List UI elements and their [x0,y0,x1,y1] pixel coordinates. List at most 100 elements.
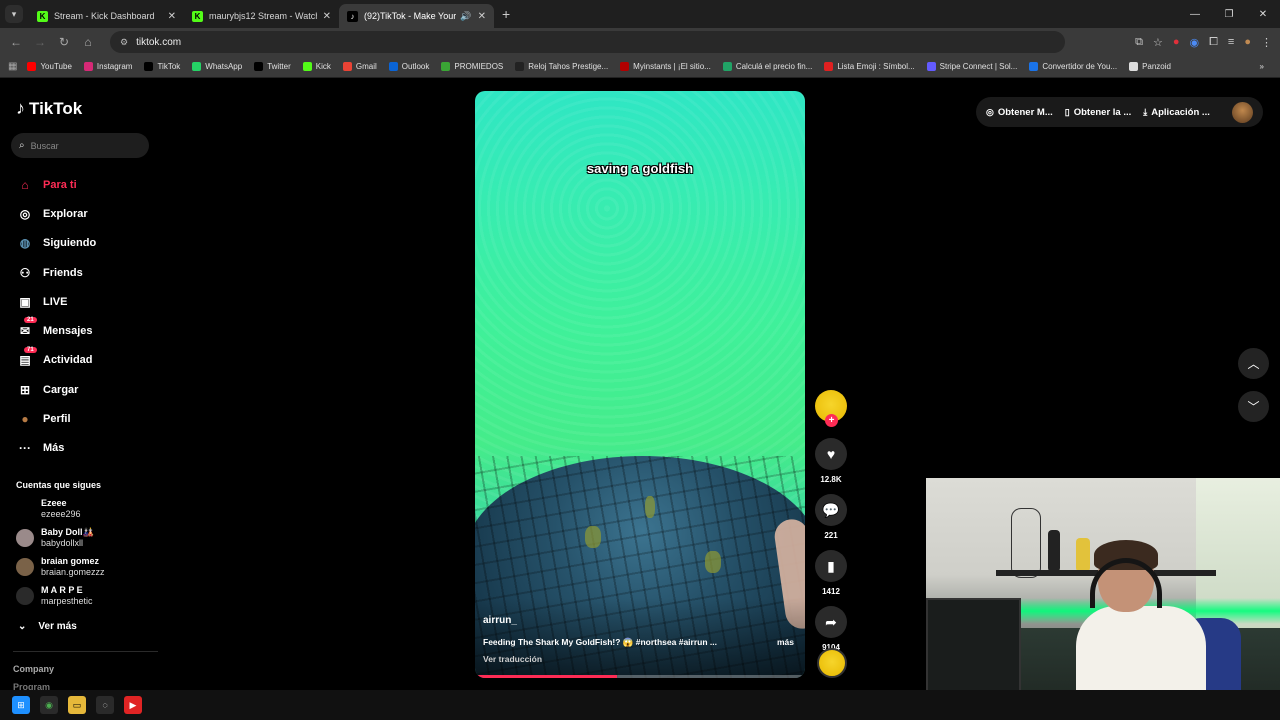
comment-button[interactable]: 💬 [815,494,847,526]
sidebar-item-actividad[interactable]: ▤ 71 Actividad [16,346,96,375]
bookmark-item[interactable]: Calculá el precio fin... [722,62,813,71]
forward-icon[interactable]: → [28,35,52,49]
followed-account[interactable]: Ezeee ezeee296 [16,498,81,520]
sidebar-item-friends[interactable]: ⚇ Friends [16,258,96,287]
sidebar-item-label: LIVE [43,295,68,308]
close-window-icon[interactable]: ✕ [1246,9,1280,20]
apps-grid-icon[interactable]: ▦ [8,61,17,72]
tab-close-icon[interactable]: ✕ [478,11,486,22]
bookmark-item[interactable]: Reloj Tahos Prestige... [515,62,608,71]
bookmark-label: Instagram [96,62,133,71]
like-button[interactable]: ♥ [815,438,847,470]
sidebar-item-explorar[interactable]: ◎ Explorar [16,199,96,228]
followed-account[interactable]: braian gomez braian.gomezzz [16,556,105,578]
more-bookmarks-icon[interactable]: » [1260,62,1264,71]
bookmark-item[interactable]: Gmail [342,62,377,71]
tiktok-logo[interactable]: ♪ TikTok [16,98,82,119]
browser-tab-kick-dashboard[interactable]: K Stream - Kick Dashboard ✕ [29,4,184,28]
followed-account[interactable]: Baby Doll🎎 babydollxll [16,527,94,549]
media-player-icon[interactable]: ▶ [124,696,142,714]
video-author[interactable]: airrun_ [483,615,517,626]
save-button[interactable]: ▮ [815,550,847,582]
bookmark-item[interactable]: Convertidor de You... [1029,62,1117,71]
extension-blue-icon[interactable]: ◉ [1190,36,1200,49]
speaker-icon[interactable]: 🔊 [460,11,471,22]
sidebar-item-cargar[interactable]: ⊞ Cargar [16,375,96,404]
bookmark-item[interactable]: Instagram [83,62,133,71]
bookmark-favicon-icon [926,62,936,71]
followed-account[interactable]: M A R P Emarpesthetic [16,585,93,607]
browser-tab-kick-stream[interactable]: K maurybjs12 Stream - Watch Live ✕ [184,4,339,28]
bookmark-item[interactable]: Lista Emoji : Símbol... [824,62,915,71]
avatar [16,558,34,576]
search-input[interactable]: ⌕ Buscar [11,133,149,158]
desktop-app-button[interactable]: ⤓ Aplicación ... [1143,107,1210,118]
get-app-button[interactable]: ▯ Obtener la ... [1065,107,1132,118]
bookmark-item[interactable]: YouTube [27,62,72,71]
chrome-icon[interactable]: ◉ [40,696,58,714]
reading-list-icon[interactable]: ≡ [1228,36,1234,48]
bookmark-item[interactable]: Twitter [254,62,291,71]
bookmark-item[interactable]: Panzoid [1129,62,1171,71]
extensions-puzzle-icon[interactable]: ⧠ [1209,36,1218,49]
recorder-icon[interactable]: ◌ [96,696,114,714]
previous-video-button[interactable]: ︿ [1238,348,1269,379]
tab-search-button[interactable]: ▾ [5,5,23,23]
bookmark-item[interactable]: Myinstants | ¡El sitio... [620,62,711,71]
windows-start-icon[interactable]: ⊞ [12,696,30,714]
bookmark-item[interactable]: TikTok [144,62,180,71]
bookmark-item[interactable]: Outlook [388,62,429,71]
sidebar-item-m-s[interactable]: ··· Más [16,434,96,463]
home-icon[interactable]: ⌂ [76,35,100,49]
profile-avatar-icon[interactable]: ● [1244,36,1251,48]
tab-close-icon[interactable]: ✕ [323,11,331,22]
new-tab-icon[interactable]: + [502,6,510,22]
user-profile-avatar[interactable] [1232,102,1253,123]
more-icon: ··· [19,441,31,456]
tab-label: Stream - Kick Dashboard [54,11,155,21]
sidebar-item-para-ti[interactable]: ⌂ Para ti [16,170,96,199]
bookmark-item[interactable]: WhatsApp [192,62,242,71]
tab-close-icon[interactable]: ✕ [168,11,176,22]
extension-red-icon[interactable]: ● [1173,36,1180,48]
browser-menu-icon[interactable]: ⋮ [1261,36,1272,49]
url-text: tiktok.com [136,36,182,48]
bookmarks-bar: ▦ YouTube Instagram TikTok WhatsApp Twitter K… [0,56,1280,78]
sidebar-item-siguiendo[interactable]: ◍ Siguiendo [16,229,96,258]
bookmark-star-icon[interactable]: ☆ [1153,36,1163,49]
translate-link[interactable]: Ver traducción [483,654,542,664]
bookmark-item[interactable]: Stripe Connect | Sol... [926,62,1017,71]
minimize-icon[interactable]: — [1178,9,1212,20]
sidebar-item-mensajes[interactable]: ✉ 21 Mensajes [16,316,96,345]
install-app-icon[interactable]: ⧉ [1135,36,1143,49]
share-icon: ➦ [825,613,837,630]
video-player[interactable]: saving a goldfish airrun_ Feeding The Sh… [475,91,805,678]
back-icon[interactable]: ← [4,35,28,49]
follow-plus-icon[interactable]: + [825,414,838,427]
address-input[interactable]: ⚙ tiktok.com [110,31,1065,53]
reload-icon[interactable]: ↻ [52,35,76,49]
see-more-label: Ver más [38,621,77,632]
bookmark-label: Panzoid [1142,62,1171,71]
bookmark-item[interactable]: PROMIEDOS [441,62,503,71]
share-button[interactable]: ➦ [815,606,847,638]
file-explorer-icon[interactable]: ▭ [68,696,86,714]
next-video-button[interactable]: ﹀ [1238,391,1269,422]
bookmark-label: Calculá el precio fin... [735,62,813,71]
music-disc-avatar[interactable] [817,648,847,678]
activity-icon: ▤ [19,353,31,368]
creator-avatar[interactable]: + [815,390,847,427]
footer-company-link[interactable]: Company [13,664,54,674]
maximize-icon[interactable]: ❐ [1212,9,1246,20]
video-progress-bar[interactable] [475,675,805,678]
bookmark-item[interactable]: Kick [302,62,331,71]
see-more-button[interactable]: ⌄ Ver más [18,621,77,632]
sidebar-item-live[interactable]: ▣ LIVE [16,287,96,316]
more-button[interactable]: más [777,637,794,647]
bookmark-favicon-icon [824,62,834,71]
site-info-icon[interactable]: ⚙ [120,37,128,48]
get-coins-button[interactable]: ◎ Obtener M... [986,107,1053,118]
sidebar-item-perfil[interactable]: ● Perfil [16,404,96,433]
sidebar-item-label: Perfil [43,413,71,426]
browser-tab-tiktok[interactable]: ♪ (92)TikTok - Make Your Day 🔊 ✕ [339,4,494,28]
